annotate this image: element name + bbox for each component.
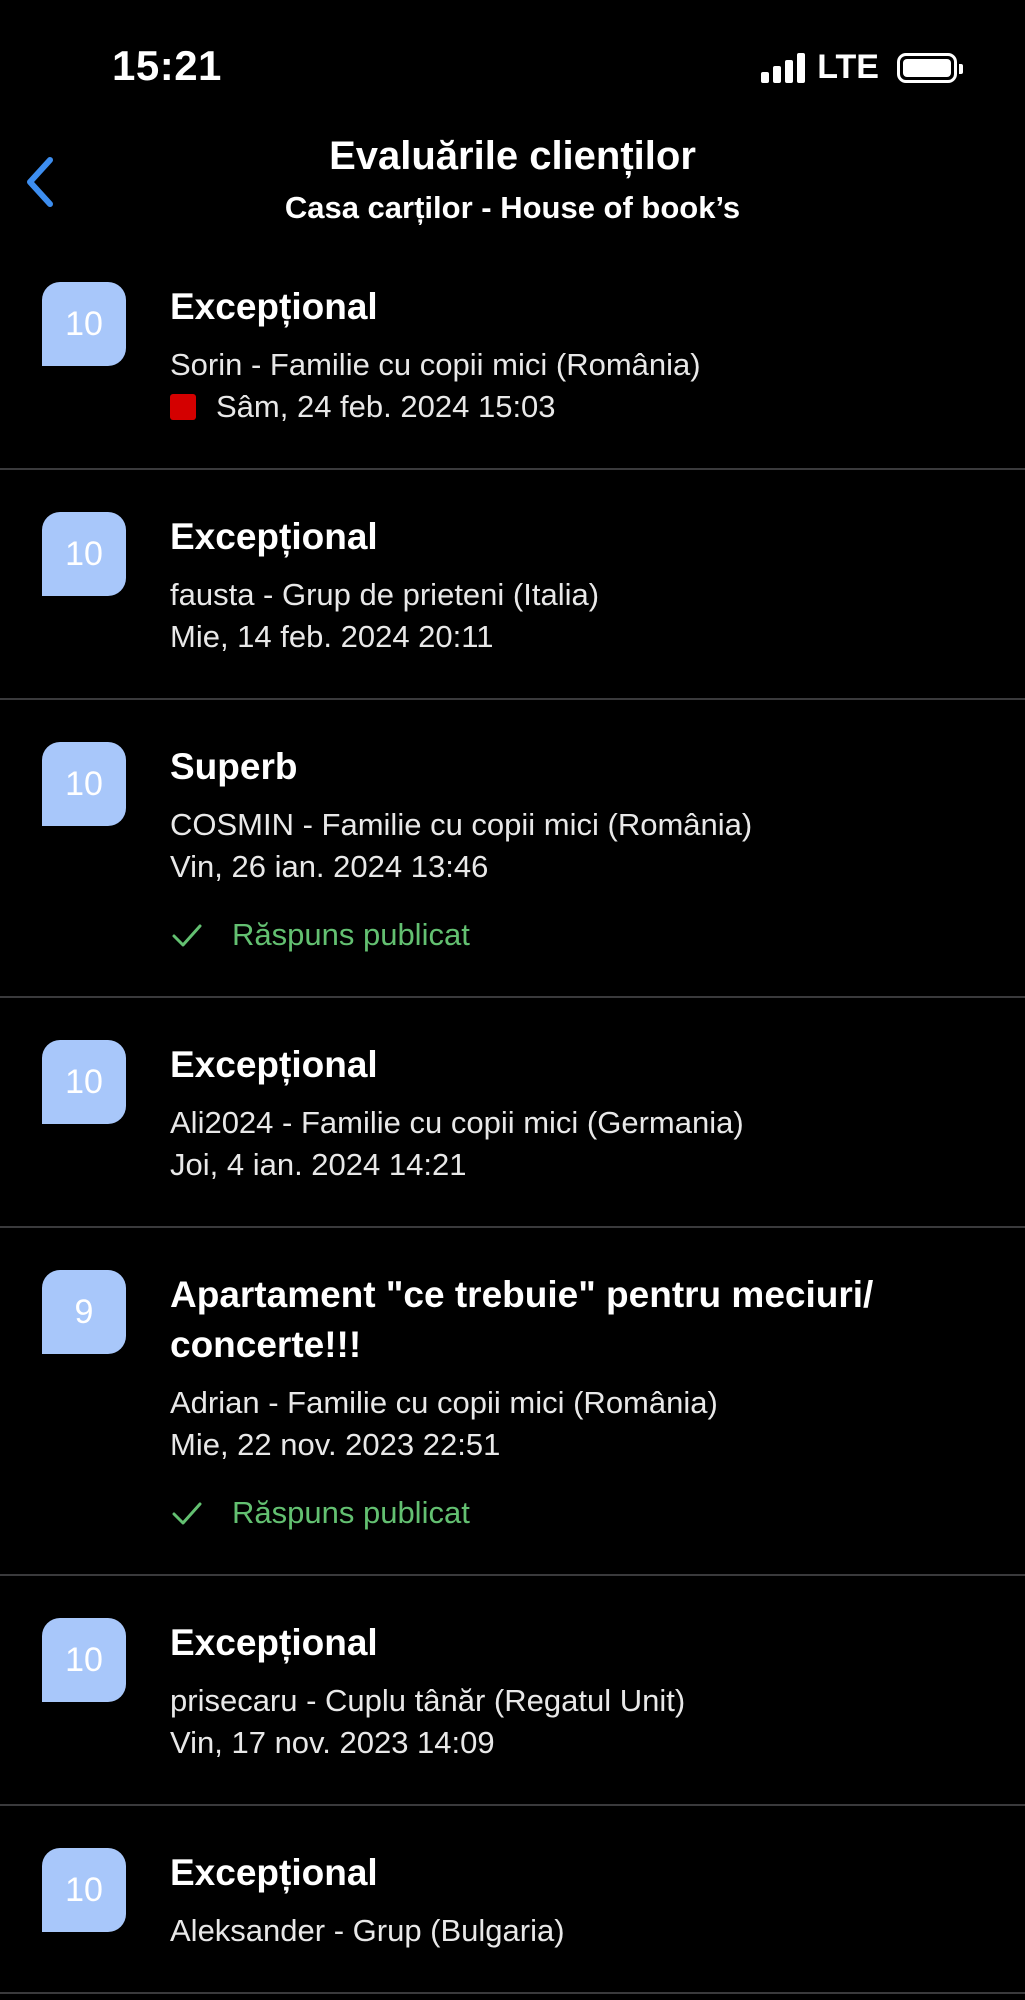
review-date: Sâm, 24 feb. 2024 15:03 (216, 389, 556, 424)
review-date-row: Vin, 26 ian. 2024 13:46 (170, 846, 985, 888)
review-date-row: Sâm, 24 feb. 2024 15:03 (170, 386, 985, 428)
review-item[interactable]: 9 Apartament "ce trebuie" pentru meciuri/… (0, 1228, 1025, 1576)
page-title: Evaluările clienților (329, 134, 696, 178)
review-date-row: Mie, 14 feb. 2024 20:11 (170, 616, 985, 658)
checkmark-icon (172, 924, 202, 947)
review-date-row: Mie, 22 nov. 2023 22:51 (170, 1424, 985, 1466)
reply-status-label: Răspuns publicat (232, 917, 470, 952)
review-date-row: Vin, 17 nov. 2023 14:09 (170, 1722, 985, 1764)
review-list: 10 Excepțional Sorin - Familie cu copii mi… (0, 240, 1025, 1994)
status-bar: 15:21 LTE (0, 0, 1025, 130)
reply-status: Răspuns publicat (170, 1492, 985, 1534)
battery-icon (897, 52, 963, 83)
score-badge: 10 (42, 742, 126, 826)
review-author: Aleksander - Grup (Bulgaria) (170, 1913, 565, 1948)
review-date: Mie, 22 nov. 2023 22:51 (170, 1427, 501, 1462)
review-item[interactable]: 10 Excepțional Ali2024 - Familie cu copii … (0, 998, 1025, 1228)
review-date: Vin, 17 nov. 2023 14:09 (170, 1725, 495, 1760)
score-badge: 10 (42, 282, 126, 366)
review-item[interactable]: 10 Excepțional fausta - Grup de prieteni (… (0, 470, 1025, 700)
review-author: fausta - Grup de prieteni (Italia) (170, 577, 600, 612)
review-title: Superb (170, 746, 298, 787)
reply-status-label: Răspuns publicat (232, 1495, 470, 1530)
score-badge: 10 (42, 1848, 126, 1932)
review-title: Apartament "ce trebuie" pentru meciuri/ … (170, 1274, 874, 1365)
checkmark-icon (172, 1502, 202, 1525)
score-badge: 10 (42, 1618, 126, 1702)
review-date: Vin, 26 ian. 2024 13:46 (170, 849, 489, 884)
signal-icon (761, 52, 806, 83)
review-title: Excepțional (170, 1852, 378, 1893)
review-item[interactable]: 10 Excepțional Aleksander - Grup (Bulgaria… (0, 1806, 1025, 1994)
review-title: Excepțional (170, 1622, 378, 1663)
page-subtitle: Casa carților - House of book’s (284, 190, 741, 225)
review-author: prisecaru - Cuplu tânăr (Regatul Unit) (170, 1683, 686, 1718)
network-label: LTE (817, 48, 879, 86)
review-title: Excepțional (170, 516, 378, 557)
review-date: Joi, 4 ian. 2024 14:21 (170, 1147, 467, 1182)
score-badge: 10 (42, 1040, 126, 1124)
review-author: Ali2024 - Familie cu copii mici (Germani… (170, 1105, 744, 1140)
review-date-row: Joi, 4 ian. 2024 14:21 (170, 1144, 985, 1186)
review-item[interactable]: 10 Excepțional Sorin - Familie cu copii mi… (0, 240, 1025, 470)
review-title: Excepțional (170, 1044, 378, 1085)
review-date: Mie, 14 feb. 2024 20:11 (170, 619, 494, 654)
score-badge: 10 (42, 512, 126, 596)
score-badge: 9 (42, 1270, 126, 1354)
review-item[interactable]: 10 Excepțional prisecaru - Cuplu tânăr (Re… (0, 1576, 1025, 1806)
review-title: Excepțional (170, 286, 378, 327)
status-indicators: LTE (761, 48, 963, 87)
review-author: Sorin - Familie cu copii mici (România) (170, 347, 701, 382)
review-author: Adrian - Familie cu copii mici (România) (170, 1385, 718, 1420)
status-time: 15:21 (112, 42, 222, 89)
reply-status: Răspuns publicat (170, 914, 985, 956)
review-author: COSMIN - Familie cu copii mici (România) (170, 807, 753, 842)
header: Evaluările clienților Casa carților - Ho… (0, 130, 1025, 240)
new-indicator-icon (170, 394, 196, 420)
review-item[interactable]: 10 Superb COSMIN - Familie cu copii mici (… (0, 700, 1025, 998)
